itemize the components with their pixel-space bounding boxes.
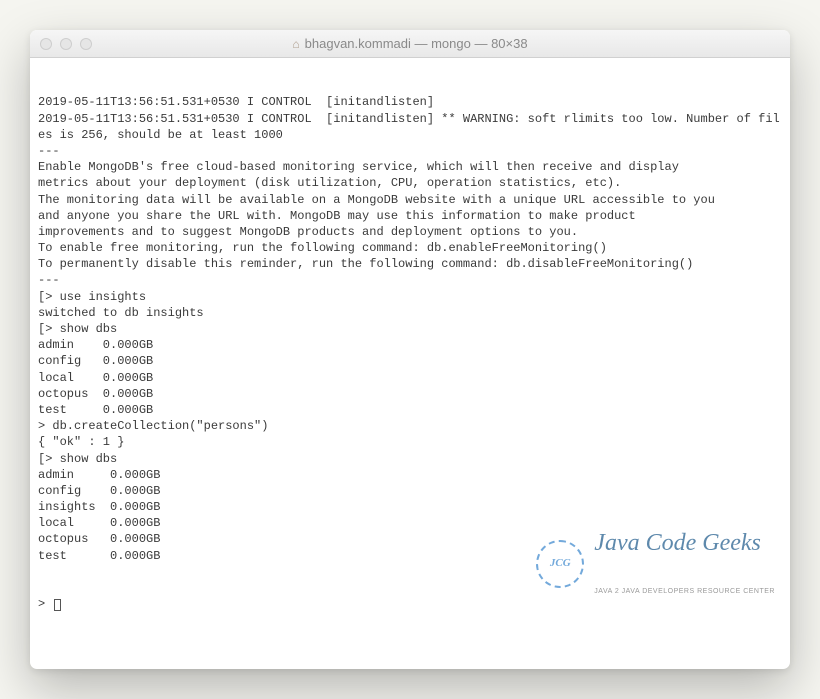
maximize-icon[interactable] [80, 38, 92, 50]
titlebar[interactable]: ⌂ bhagvan.kommadi — mongo — 80×38 [30, 30, 790, 58]
terminal-line: --- [38, 143, 782, 159]
home-icon: ⌂ [292, 37, 299, 51]
watermark: JCG Java Code Geeks Java 2 Java Develope… [536, 498, 775, 629]
terminal-line: The monitoring data will be available on… [38, 192, 782, 208]
terminal-line: > db.createCollection("persons") [38, 418, 782, 434]
terminal-line: metrics about your deployment (disk util… [38, 175, 782, 191]
terminal-line: improvements and to suggest MongoDB prod… [38, 224, 782, 240]
terminal-line: config 0.000GB [38, 353, 782, 369]
window-title: ⌂ bhagvan.kommadi — mongo — 80×38 [30, 36, 790, 51]
watermark-sub: Java 2 Java Developers Resource Center [594, 587, 775, 596]
terminal-line: admin 0.000GB [38, 337, 782, 353]
traffic-lights [40, 38, 92, 50]
terminal-line: To enable free monitoring, run the follo… [38, 240, 782, 256]
terminal-line: config 0.000GB [38, 483, 782, 499]
close-icon[interactable] [40, 38, 52, 50]
terminal-line: 2019-05-11T13:56:51.531+0530 I CONTROL [… [38, 111, 782, 143]
terminal-line: { "ok" : 1 } [38, 434, 782, 450]
prompt-symbol: > [38, 597, 52, 611]
terminal-line: switched to db insights [38, 305, 782, 321]
watermark-logo-icon: JCG [536, 540, 584, 588]
terminal-line: [> show dbs [38, 451, 782, 467]
terminal-line: [> show dbs [38, 321, 782, 337]
terminal-line: test 0.000GB [38, 402, 782, 418]
watermark-text: Java Code Geeks Java 2 Java Developers R… [594, 498, 775, 629]
terminal-line: To permanently disable this reminder, ru… [38, 256, 782, 272]
terminal-line: and anyone you share the URL with. Mongo… [38, 208, 782, 224]
terminal-window: ⌂ bhagvan.kommadi — mongo — 80×38 2019-0… [30, 30, 790, 669]
terminal-line: 2019-05-11T13:56:51.531+0530 I CONTROL [… [38, 94, 782, 110]
cursor-icon [54, 599, 61, 611]
terminal-line: local 0.000GB [38, 370, 782, 386]
title-label: bhagvan.kommadi — mongo — 80×38 [305, 36, 528, 51]
terminal-body[interactable]: 2019-05-11T13:56:51.531+0530 I CONTROL [… [30, 58, 790, 669]
terminal-line: --- [38, 272, 782, 288]
terminal-line: octopus 0.000GB [38, 386, 782, 402]
watermark-main: Java Code Geeks [594, 531, 775, 555]
terminal-line: Enable MongoDB's free cloud-based monito… [38, 159, 782, 175]
terminal-line: [> use insights [38, 289, 782, 305]
terminal-line: admin 0.000GB [38, 467, 782, 483]
minimize-icon[interactable] [60, 38, 72, 50]
